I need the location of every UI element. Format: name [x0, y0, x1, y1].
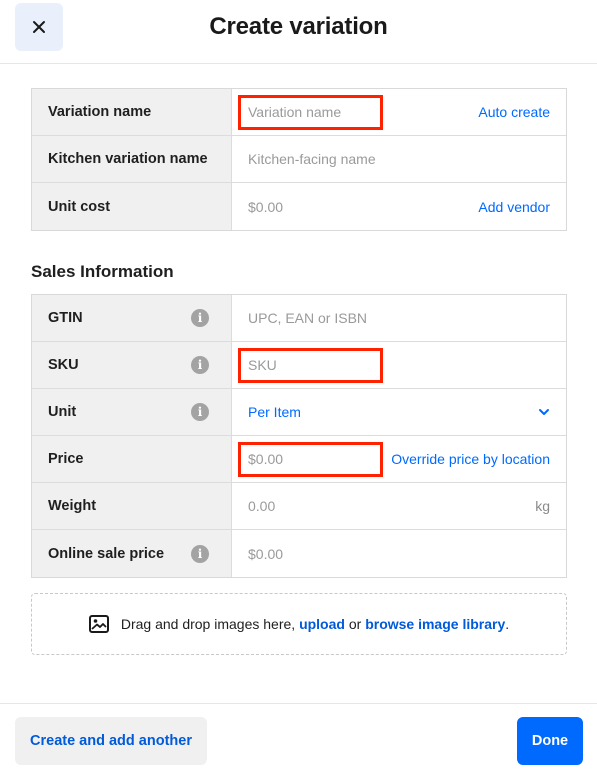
override-price-link[interactable]: Override price by location: [391, 451, 550, 467]
upload-link[interactable]: upload: [299, 616, 345, 632]
add-vendor-link[interactable]: Add vendor: [478, 199, 550, 215]
dropzone-period: .: [505, 616, 510, 632]
variation-details-table: Variation name Variation name Auto creat…: [31, 88, 567, 231]
sku-label-cell: SKU i: [32, 342, 232, 388]
price-row: Price $0.00 Override price by location: [32, 436, 566, 483]
weight-label-cell: Weight: [32, 483, 232, 529]
dropzone-or-text: or: [348, 616, 362, 632]
highlight-box-sku: [238, 348, 383, 383]
gtin-placeholder: UPC, EAN or ISBN: [248, 310, 368, 326]
dropzone-text: Drag and drop images here,: [120, 616, 296, 632]
image-icon: [88, 615, 109, 633]
unit-label-cell: Unit i: [32, 389, 232, 435]
unit-cost-row: Unit cost $0.00 Add vendor: [32, 183, 566, 230]
weight-row: Weight 0.00 kg: [32, 483, 566, 530]
image-dropzone[interactable]: Drag and drop images here, upload or bro…: [31, 593, 567, 655]
highlight-box-price: [238, 442, 383, 477]
sales-information-table: GTIN i UPC, EAN or ISBN SKU i SKU Unit i…: [31, 294, 567, 578]
unit-cost-label: Unit cost: [32, 183, 232, 230]
online-sale-price-label-cell: Online sale price i: [32, 530, 232, 577]
page-title: Create variation: [209, 13, 388, 40]
unit-select[interactable]: Per Item: [232, 389, 566, 435]
auto-create-link[interactable]: Auto create: [478, 104, 550, 120]
gtin-input[interactable]: UPC, EAN or ISBN: [232, 295, 566, 341]
highlight-box-variation-name: [238, 95, 383, 130]
unit-row: Unit i Per Item: [32, 389, 566, 436]
price-label: Price: [48, 451, 84, 467]
gtin-label: GTIN: [48, 310, 83, 326]
price-label-cell: Price: [32, 436, 232, 482]
browse-image-library-link[interactable]: browse image library: [365, 616, 505, 632]
kitchen-variation-name-row: Kitchen variation name Kitchen-facing na…: [32, 136, 566, 183]
create-and-add-another-button[interactable]: Create and add another: [15, 717, 207, 765]
chevron-down-icon: [539, 409, 549, 415]
gtin-label-cell: GTIN i: [32, 295, 232, 341]
online-sale-price-placeholder: $0.00: [248, 545, 284, 562]
info-icon[interactable]: i: [191, 356, 209, 374]
variation-name-row: Variation name Variation name Auto creat…: [32, 89, 566, 136]
weight-unit-suffix: kg: [535, 498, 550, 514]
sales-information-heading: Sales Information: [31, 262, 174, 281]
sku-label: SKU: [48, 357, 79, 373]
modal-footer: Create and add another Done: [0, 703, 597, 769]
unit-selected-value: Per Item: [248, 404, 301, 420]
unit-label: Unit: [48, 404, 77, 420]
kitchen-variation-name-input[interactable]: Kitchen-facing name: [232, 136, 566, 182]
variation-name-label: Variation name: [32, 89, 232, 135]
variation-name-input[interactable]: Variation name Auto create: [232, 89, 566, 135]
weight-label: Weight: [48, 498, 97, 514]
info-icon[interactable]: i: [191, 544, 209, 563]
info-icon[interactable]: i: [191, 403, 209, 421]
sku-row: SKU i SKU: [32, 342, 566, 389]
online-sale-price-row: Online sale price i $0.00: [32, 530, 566, 577]
modal-header: Create variation: [0, 0, 597, 64]
weight-placeholder: 0.00: [248, 498, 276, 514]
unit-cost-placeholder: $0.00: [248, 198, 284, 215]
gtin-row: GTIN i UPC, EAN or ISBN: [32, 295, 566, 342]
done-button[interactable]: Done: [517, 717, 583, 765]
unit-cost-input[interactable]: $0.00 Add vendor: [232, 183, 566, 230]
kitchen-variation-name-placeholder: Kitchen-facing name: [248, 151, 376, 167]
online-sale-price-label: Online sale price: [48, 545, 165, 562]
info-icon[interactable]: i: [191, 309, 209, 327]
sku-input[interactable]: SKU: [232, 342, 566, 388]
kitchen-variation-name-label: Kitchen variation name: [32, 136, 232, 182]
online-sale-price-input[interactable]: $0.00: [232, 530, 566, 577]
price-input[interactable]: $0.00 Override price by location: [232, 436, 566, 482]
weight-input[interactable]: 0.00 kg: [232, 483, 566, 529]
